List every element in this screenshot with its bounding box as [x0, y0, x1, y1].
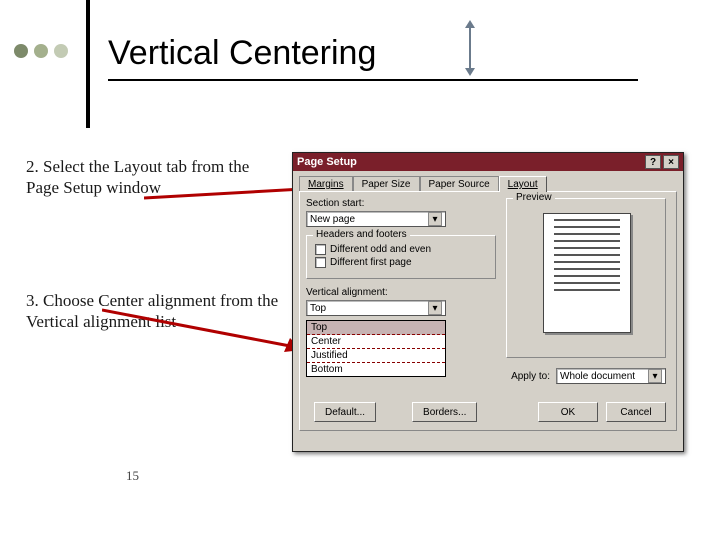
borders-button[interactable]: Borders...: [412, 402, 477, 422]
tab-label: Paper Source: [429, 179, 490, 190]
checkbox-label: Different first page: [330, 257, 412, 268]
cancel-button[interactable]: Cancel: [606, 402, 666, 422]
tab-paper-source[interactable]: Paper Source: [420, 176, 499, 192]
preview-page-icon: [543, 213, 631, 333]
vertical-rule: [86, 0, 90, 128]
instruction-step-3: 3. Choose Center alignment from the Vert…: [26, 290, 286, 333]
slide-title: Vertical Centering: [108, 34, 638, 81]
vertical-alignment-dropdown[interactable]: Top Center Justified Bottom: [306, 320, 446, 377]
chevron-down-icon: ▾: [428, 301, 442, 315]
dialog-title: Page Setup: [297, 156, 357, 168]
tab-label: Margins: [308, 179, 344, 190]
tab-paper-size[interactable]: Paper Size: [353, 176, 420, 192]
tab-layout[interactable]: Layout: [499, 176, 547, 192]
vertical-alignment-combo[interactable]: Top ▾: [306, 300, 446, 316]
apply-to-row: Apply to: Whole document ▾: [511, 368, 666, 384]
dot-icon: [54, 44, 68, 58]
chevron-down-icon: ▾: [648, 369, 662, 383]
option-top[interactable]: Top: [307, 321, 445, 335]
tab-margins[interactable]: Margins: [299, 176, 353, 192]
ok-button[interactable]: OK: [538, 402, 598, 422]
headers-footers-group: Headers and footers Different odd and ev…: [306, 235, 496, 279]
section-start-combo[interactable]: New page ▾: [306, 211, 446, 227]
slide-number: 15: [126, 468, 139, 484]
different-first-page-checkbox[interactable]: Different first page: [315, 257, 487, 268]
apply-to-value: Whole document: [560, 371, 635, 382]
preview-group: Preview: [506, 198, 666, 358]
page-setup-dialog: Page Setup ? × Margins Paper Size Paper …: [292, 152, 684, 452]
tab-panel-layout: Section start: New page ▾ Headers and fo…: [299, 191, 677, 431]
chevron-down-icon: ▾: [428, 212, 442, 226]
dialog-titlebar[interactable]: Page Setup ? ×: [293, 153, 683, 171]
checkbox-label: Different odd and even: [330, 244, 431, 255]
dialog-tabs: Margins Paper Size Paper Source Layout: [293, 171, 683, 191]
option-bottom[interactable]: Bottom: [307, 363, 445, 376]
help-button[interactable]: ?: [645, 155, 661, 169]
group-legend: Headers and footers: [313, 229, 410, 240]
different-odd-even-checkbox[interactable]: Different odd and even: [315, 244, 487, 255]
section-start-value: New page: [310, 214, 355, 225]
apply-to-label: Apply to:: [511, 371, 550, 382]
slide-header: Vertical Centering: [14, 22, 638, 86]
dot-icon: [34, 44, 48, 58]
tab-label: Layout: [508, 179, 538, 190]
apply-to-combo[interactable]: Whole document ▾: [556, 368, 666, 384]
dot-icon: [14, 44, 28, 58]
close-button[interactable]: ×: [663, 155, 679, 169]
option-justified[interactable]: Justified: [307, 349, 445, 363]
option-center[interactable]: Center: [307, 335, 445, 349]
bullet-dots: [14, 44, 68, 58]
instruction-step-2: 2. Select the Layout tab from the Page S…: [26, 156, 286, 199]
vertical-double-arrow-icon: [460, 20, 480, 76]
vertical-alignment-value: Top: [310, 303, 326, 314]
checkbox-box-icon: [315, 244, 326, 255]
group-legend: Preview: [513, 192, 555, 203]
tab-label: Paper Size: [362, 179, 411, 190]
default-button[interactable]: Default...: [314, 402, 376, 422]
checkbox-box-icon: [315, 257, 326, 268]
